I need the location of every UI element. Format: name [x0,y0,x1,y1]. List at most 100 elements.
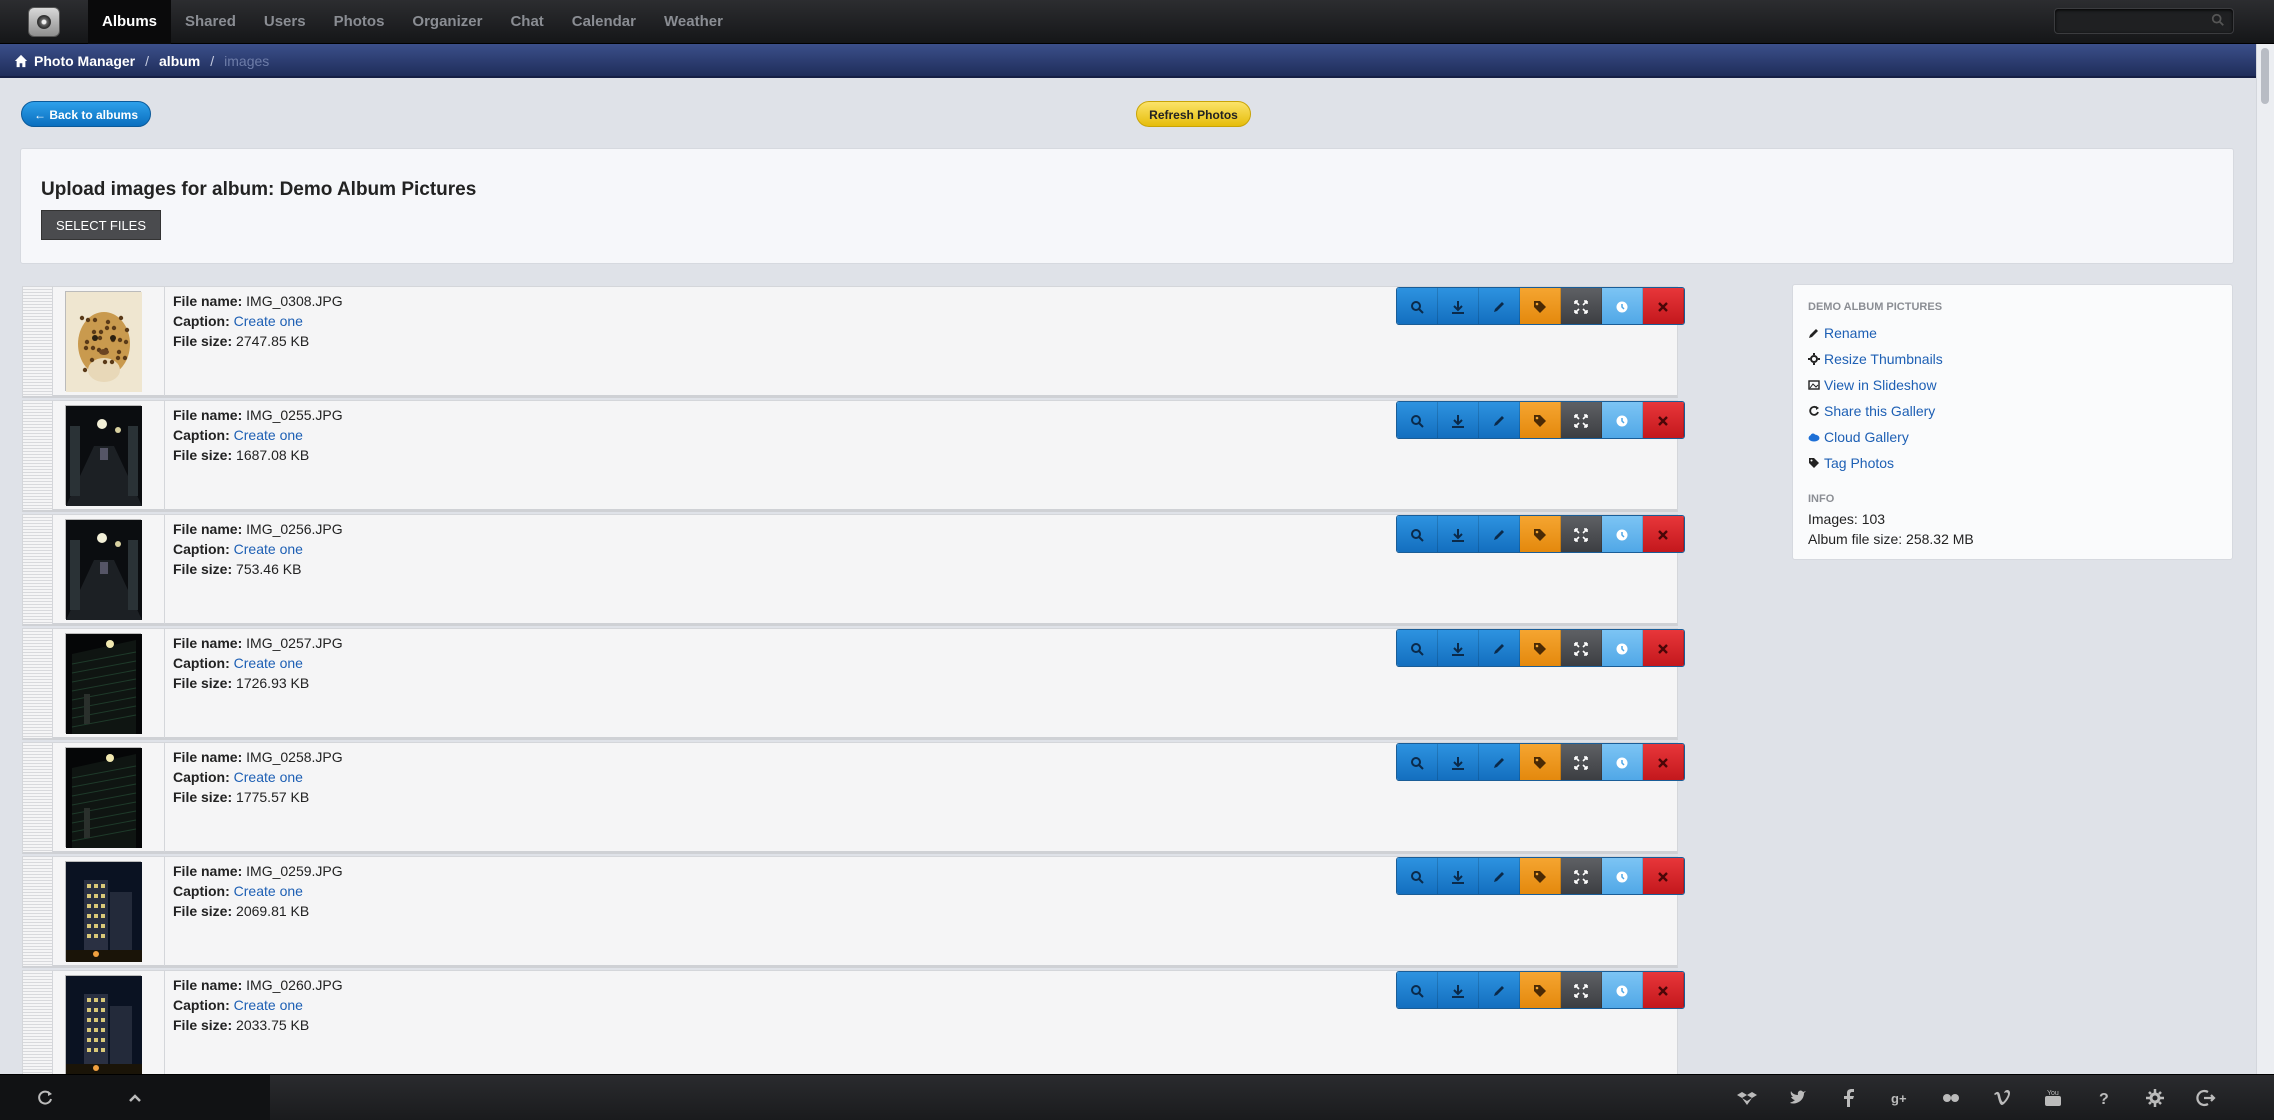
fullscreen-button[interactable] [1561,288,1602,324]
fullscreen-button[interactable] [1561,630,1602,666]
nav-item-chat[interactable]: Chat [496,0,557,44]
nav-item-weather[interactable]: Weather [650,0,737,44]
zoom-button[interactable] [1397,288,1438,324]
download-button[interactable] [1438,744,1479,780]
rotate-button[interactable] [1602,858,1643,894]
breadcrumb-album[interactable]: album [159,53,200,69]
sidebar-link-tag-photos[interactable]: Tag Photos [1808,455,1894,471]
zoom-button[interactable] [1397,402,1438,438]
tag-button[interactable] [1520,630,1561,666]
sidebar-link-resize-thumbnails[interactable]: Resize Thumbnails [1808,351,1943,367]
zoom-button[interactable] [1397,630,1438,666]
tag-button[interactable] [1520,516,1561,552]
delete-button[interactable] [1643,972,1684,1008]
settings-button[interactable] [2142,1085,2168,1111]
create-caption-link[interactable]: Create one [234,541,303,557]
fullscreen-button[interactable] [1561,972,1602,1008]
create-caption-link[interactable]: Create one [234,769,303,785]
nav-item-organizer[interactable]: Organizer [398,0,496,44]
image-thumbnail[interactable] [65,861,142,962]
pencil-button[interactable] [1479,744,1520,780]
facebook-button[interactable] [1836,1085,1862,1111]
select-files-button[interactable]: SELECT FILES [41,210,161,240]
sidebar-link-view-in-slideshow[interactable]: View in Slideshow [1808,377,1937,393]
image-thumbnail[interactable] [65,747,142,848]
pencil-button[interactable] [1479,516,1520,552]
drag-handle[interactable] [23,857,53,966]
page-scrollbar[interactable] [2256,44,2274,1074]
app-logo-icon[interactable] [28,7,60,37]
rotate-button[interactable] [1602,402,1643,438]
download-button[interactable] [1438,858,1479,894]
tag-button[interactable] [1520,288,1561,324]
nav-item-albums[interactable]: Albums [88,0,172,44]
delete-button[interactable] [1643,630,1684,666]
drag-handle[interactable] [23,971,53,1080]
zoom-button[interactable] [1397,972,1438,1008]
nav-item-shared[interactable]: Shared [171,0,250,44]
chevron-up-icon[interactable] [122,1085,148,1111]
breadcrumb-home[interactable]: Photo Manager [34,53,135,69]
refresh-icon[interactable] [32,1085,58,1111]
rotate-button[interactable] [1602,744,1643,780]
pencil-button[interactable] [1479,972,1520,1008]
create-caption-link[interactable]: Create one [234,427,303,443]
create-caption-link[interactable]: Create one [234,655,303,671]
pencil-button[interactable] [1479,288,1520,324]
google-plus-button[interactable]: g+ [1887,1085,1913,1111]
rotate-button[interactable] [1602,516,1643,552]
nav-item-users[interactable]: Users [250,0,320,44]
fullscreen-button[interactable] [1561,858,1602,894]
fullscreen-button[interactable] [1561,744,1602,780]
delete-button[interactable] [1643,858,1684,894]
nav-item-calendar[interactable]: Calendar [558,0,650,44]
pencil-button[interactable] [1479,630,1520,666]
vimeo-button[interactable] [1989,1085,2015,1111]
image-thumbnail[interactable] [65,291,142,392]
drag-handle[interactable] [23,515,53,624]
flickr-button[interactable] [1938,1085,1964,1111]
scroll-thumb[interactable] [2261,48,2269,104]
create-caption-link[interactable]: Create one [234,997,303,1013]
youtube-button[interactable]: You [2040,1085,2066,1111]
delete-button[interactable] [1643,516,1684,552]
zoom-button[interactable] [1397,516,1438,552]
create-caption-link[interactable]: Create one [234,313,303,329]
tag-button[interactable] [1520,402,1561,438]
zoom-button[interactable] [1397,744,1438,780]
image-thumbnail[interactable] [65,405,142,506]
sidebar-link-share-this-gallery[interactable]: Share this Gallery [1808,403,1935,419]
drag-handle[interactable] [23,401,53,510]
rotate-button[interactable] [1602,288,1643,324]
logout-button[interactable] [2193,1085,2219,1111]
delete-button[interactable] [1643,402,1684,438]
delete-button[interactable] [1643,744,1684,780]
dropbox-button[interactable] [1734,1085,1760,1111]
back-to-albums-button[interactable]: ← Back to albums [21,101,151,127]
help-button[interactable]: ? [2091,1085,2117,1111]
drag-handle[interactable] [23,629,53,738]
image-thumbnail[interactable] [65,975,142,1076]
download-button[interactable] [1438,516,1479,552]
tag-button[interactable] [1520,972,1561,1008]
drag-handle[interactable] [23,743,53,852]
image-thumbnail[interactable] [65,633,142,734]
download-button[interactable] [1438,402,1479,438]
download-button[interactable] [1438,288,1479,324]
fullscreen-button[interactable] [1561,516,1602,552]
create-caption-link[interactable]: Create one [234,883,303,899]
delete-button[interactable] [1643,288,1684,324]
sidebar-link-cloud-gallery[interactable]: Cloud Gallery [1808,429,1909,445]
tag-button[interactable] [1520,858,1561,894]
pencil-button[interactable] [1479,402,1520,438]
refresh-photos-button[interactable]: Refresh Photos [1136,101,1251,127]
fullscreen-button[interactable] [1561,402,1602,438]
download-button[interactable] [1438,972,1479,1008]
tag-button[interactable] [1520,744,1561,780]
zoom-button[interactable] [1397,858,1438,894]
sidebar-link-rename[interactable]: Rename [1808,325,1877,341]
nav-item-photos[interactable]: Photos [320,0,399,44]
twitter-button[interactable] [1785,1085,1811,1111]
search-input[interactable] [2054,8,2234,34]
image-thumbnail[interactable] [65,519,142,620]
